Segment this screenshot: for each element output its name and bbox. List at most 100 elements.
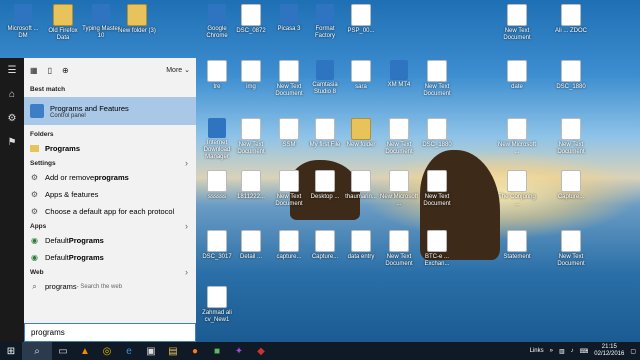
desktop-icon[interactable]: date xyxy=(498,60,536,91)
desktop-icon[interactable]: The Conjuring ... xyxy=(498,170,536,208)
chrome-icon[interactable]: ◎ xyxy=(96,342,118,360)
desktop-icon[interactable]: New Microsoft ... xyxy=(380,170,418,208)
desktop-icon-label: New Text Document xyxy=(275,84,303,97)
document-icon xyxy=(207,170,227,192)
keyboard-icon[interactable]: ⌨ xyxy=(580,348,589,355)
more-dropdown[interactable]: More ⌄ xyxy=(166,66,190,74)
desktop-icon-label: data entry xyxy=(347,254,375,260)
document-icon xyxy=(207,230,227,252)
camtasia-icon[interactable]: ■ xyxy=(206,342,228,360)
desktop-icon[interactable]: PSP_00... xyxy=(342,4,380,35)
desktop-icon[interactable]: New Text Document xyxy=(552,230,590,268)
notification-icon[interactable]: ▢ xyxy=(630,348,636,355)
desktop-icon-label: 1811222... xyxy=(237,194,265,200)
desktop-icon[interactable]: Picasa 3 xyxy=(270,4,308,33)
desktop-icon[interactable]: thaumarin... xyxy=(342,170,380,201)
search-input[interactable]: programs xyxy=(24,323,196,342)
best-match-item[interactable]: Programs and Features Control panel xyxy=(24,97,196,125)
vlc-icon[interactable]: ▲ xyxy=(74,342,96,360)
photos-icon[interactable]: ✦ xyxy=(228,342,250,360)
desktop-icon[interactable]: ssssss xyxy=(198,170,236,201)
document-icon xyxy=(207,60,227,82)
web-search-item[interactable]: ⌕ programs - Search the web xyxy=(24,278,196,295)
desktop-icon[interactable]: Camtasia Studio 8 xyxy=(306,60,344,96)
desktop-icon[interactable]: Zahmad ali cv_New1 xyxy=(198,286,236,324)
desktop-icon[interactable]: img xyxy=(232,60,270,91)
desktop-icon[interactable]: capture... xyxy=(270,230,308,261)
apps-heading-row[interactable]: Apps › xyxy=(24,220,196,232)
edge-icon[interactable]: e xyxy=(118,342,140,360)
desktop-icon[interactable]: Ali ... ZDOC xyxy=(552,4,590,35)
desktop-icon[interactable]: data entry xyxy=(342,230,380,261)
desktop-icon[interactable]: New Text Document xyxy=(418,170,456,208)
settings-heading-row[interactable]: Settings › xyxy=(24,157,196,169)
desktop-icon[interactable]: Internet Download Manager xyxy=(198,118,236,161)
web-filter-icon[interactable]: ⊕ xyxy=(62,66,69,75)
settings-item-apps-features[interactable]: ⚙ Apps & features xyxy=(24,186,196,203)
desktop-icon[interactable]: DSC_0872 xyxy=(232,4,270,35)
desktop-icon[interactable]: New Text Document xyxy=(380,118,418,156)
document-icon xyxy=(561,118,581,140)
desktop-icon[interactable]: 1811222... xyxy=(232,170,270,201)
desktop-icon[interactable]: DSC_1880 xyxy=(552,60,590,91)
desktop-icon[interactable]: New Text Document xyxy=(270,60,308,98)
app-item-default-programs-2[interactable]: ◉ Default Programs xyxy=(24,249,196,266)
windows-start-icon[interactable]: ⊞ xyxy=(0,342,22,360)
clock[interactable]: 21:15 02/12/2016 xyxy=(594,344,624,358)
documents-filter-icon[interactable]: ▯ xyxy=(48,66,52,75)
volume-icon[interactable]: ♪ xyxy=(571,348,574,354)
desktop-icon[interactable]: New folder xyxy=(342,118,380,149)
desktop-icon[interactable]: Capture... xyxy=(552,170,590,201)
hamburger-icon[interactable]: ☰ xyxy=(0,58,24,82)
desktop-icon[interactable]: BTC-e ... Exchan... xyxy=(418,230,456,268)
desktop-icon[interactable]: Detail ... xyxy=(232,230,270,261)
desktop-icon[interactable]: New Text Document xyxy=(552,118,590,156)
store-icon[interactable]: ▣ xyxy=(140,342,162,360)
firefox-icon[interactable]: ● xyxy=(184,342,206,360)
desktop-icon[interactable]: Microsoft ... DM xyxy=(4,4,42,40)
task-view-icon[interactable]: ▭ xyxy=(52,342,74,360)
desktop-icon[interactable]: Google Chrome xyxy=(198,4,236,40)
desktop-icon-label: thaumarin... xyxy=(345,194,377,200)
desktop-icon-label: New folder xyxy=(346,142,376,148)
desktop-icon[interactable]: DSC_1880 xyxy=(418,118,456,149)
gear-icon[interactable]: ⚙ xyxy=(0,106,24,130)
desktop-icon[interactable]: Capture... xyxy=(306,230,344,261)
desktop-icon[interactable]: New Text Document xyxy=(270,170,308,208)
chevron-right-icon[interactable]: » xyxy=(550,348,553,354)
settings-item-default-app[interactable]: ⚙ Choose a default app for each protocol xyxy=(24,203,196,220)
settings-gear-icon: ⚙ xyxy=(30,190,39,199)
search-icon[interactable]: ⌕ xyxy=(22,342,52,360)
explorer-icon[interactable]: ▤ xyxy=(162,342,184,360)
desktop-icon[interactable]: Statement xyxy=(498,230,536,261)
desktop-icon[interactable]: XM MT4 xyxy=(380,60,418,89)
desktop-icon[interactable]: Format Factory xyxy=(306,4,344,40)
desktop-icon[interactable]: Typing Master 10 xyxy=(82,4,120,40)
links-toolbar[interactable]: Links xyxy=(530,348,544,354)
document-icon xyxy=(351,60,371,82)
folder-item-programs[interactable]: Programs xyxy=(24,140,196,157)
desktop-icon[interactable]: My first File xyxy=(306,118,344,149)
desktop-icon[interactable]: New folder (3) xyxy=(118,4,156,35)
settings-item-add-remove[interactable]: ⚙ Add or remove programs xyxy=(24,169,196,186)
desktop-icon[interactable]: Desktop ... xyxy=(306,170,344,201)
web-heading-row[interactable]: Web › xyxy=(24,266,196,278)
feedback-icon[interactable]: ⚑ xyxy=(0,130,24,154)
desktop-icon[interactable]: New Text Document xyxy=(380,230,418,268)
desktop-icon[interactable]: DSC_3017 xyxy=(198,230,236,261)
desktop-icon[interactable]: SSM xyxy=(270,118,308,149)
app-item-default-programs-1[interactable]: ◉ Default Programs xyxy=(24,232,196,249)
desktop-icon[interactable]: New Microsoft ... xyxy=(498,118,536,156)
desktop-icon[interactable]: New Text Document xyxy=(418,60,456,98)
home-icon[interactable]: ⌂ xyxy=(0,82,24,106)
apps-filter-icon[interactable]: ▦ xyxy=(30,66,38,75)
desktop-icon[interactable]: New Text Document xyxy=(232,118,270,156)
desktop-icon[interactable]: New Text Document xyxy=(498,4,536,42)
desktop-icon-label: capture... xyxy=(276,254,302,260)
desktop-icon[interactable]: tre xyxy=(198,60,236,91)
document-icon xyxy=(279,118,299,140)
network-icon[interactable]: ▥ xyxy=(559,348,565,355)
app-icon[interactable]: ◆ xyxy=(250,342,272,360)
desktop-icon[interactable]: sara xyxy=(342,60,380,91)
desktop-icon[interactable]: Old Firefox Data xyxy=(44,4,82,42)
